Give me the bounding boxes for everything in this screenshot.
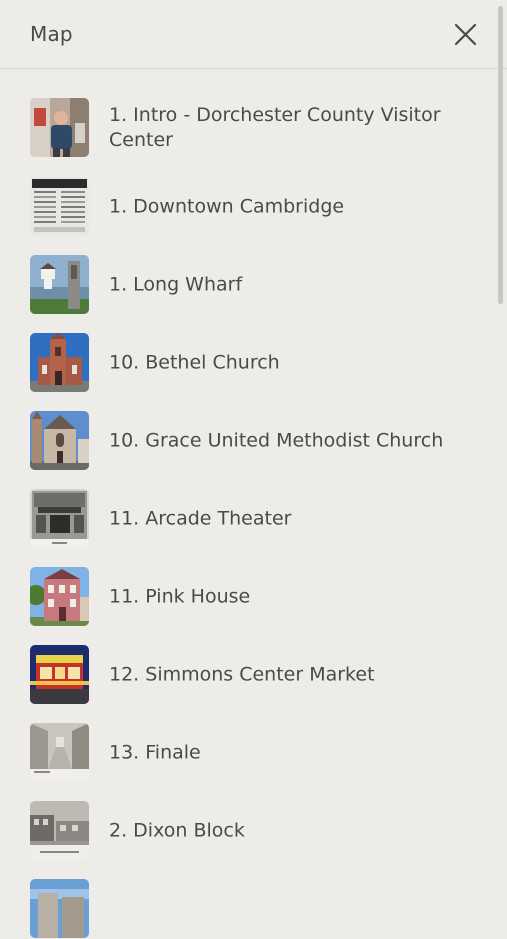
close-icon	[454, 23, 477, 46]
thumbnail-image	[30, 177, 89, 236]
list-item[interactable]: 1. Long Wharf	[30, 255, 490, 315]
scrollbar[interactable]	[498, 6, 503, 304]
stop-label: 10. Bethel Church	[109, 351, 280, 374]
list-item[interactable]: 11. Arcade Theater	[30, 489, 490, 549]
close-button[interactable]	[450, 20, 480, 50]
stop-label: 11. Arcade Theater	[109, 507, 292, 530]
thumbnail-image	[30, 489, 89, 548]
page-title: Map	[30, 22, 73, 46]
list-item[interactable]: 1. Intro - Dorchester County Visitor Cen…	[30, 98, 490, 158]
thumbnail-image	[30, 723, 89, 782]
list-item[interactable]: 2. Dixon Block	[30, 801, 490, 861]
stop-label: 1. Long Wharf	[109, 273, 243, 296]
thumbnail-image	[30, 567, 89, 626]
thumbnail-image	[30, 98, 89, 157]
list-item[interactable]: 11. Pink House	[30, 567, 490, 627]
stop-label: 10. Grace United Methodist Church	[109, 429, 444, 452]
thumbnail-image	[30, 879, 89, 938]
thumbnail-image	[30, 255, 89, 314]
thumbnail-image	[30, 801, 89, 860]
thumbnail-image	[30, 645, 89, 704]
list-item[interactable]: 12. Simmons Center Market	[30, 645, 490, 705]
list-item[interactable]	[30, 879, 490, 939]
list-item[interactable]: 1. Downtown Cambridge	[30, 177, 490, 237]
list-item[interactable]: 10. Bethel Church	[30, 333, 490, 393]
header: Map	[0, 0, 507, 69]
thumbnail-image	[30, 411, 89, 470]
stop-label: 1. Downtown Cambridge	[109, 195, 345, 218]
thumbnail-image	[30, 333, 89, 392]
stop-label: 1. Intro - Dorchester County Visitor Cen…	[109, 104, 441, 151]
list-item[interactable]: 10. Grace United Methodist Church	[30, 411, 490, 471]
list-item[interactable]: 13. Finale	[30, 723, 490, 783]
stop-label: 13. Finale	[109, 741, 201, 764]
stop-label: 12. Simmons Center Market	[109, 663, 375, 686]
stop-label: 2. Dixon Block	[109, 819, 245, 842]
stop-label: 11. Pink House	[109, 585, 251, 608]
